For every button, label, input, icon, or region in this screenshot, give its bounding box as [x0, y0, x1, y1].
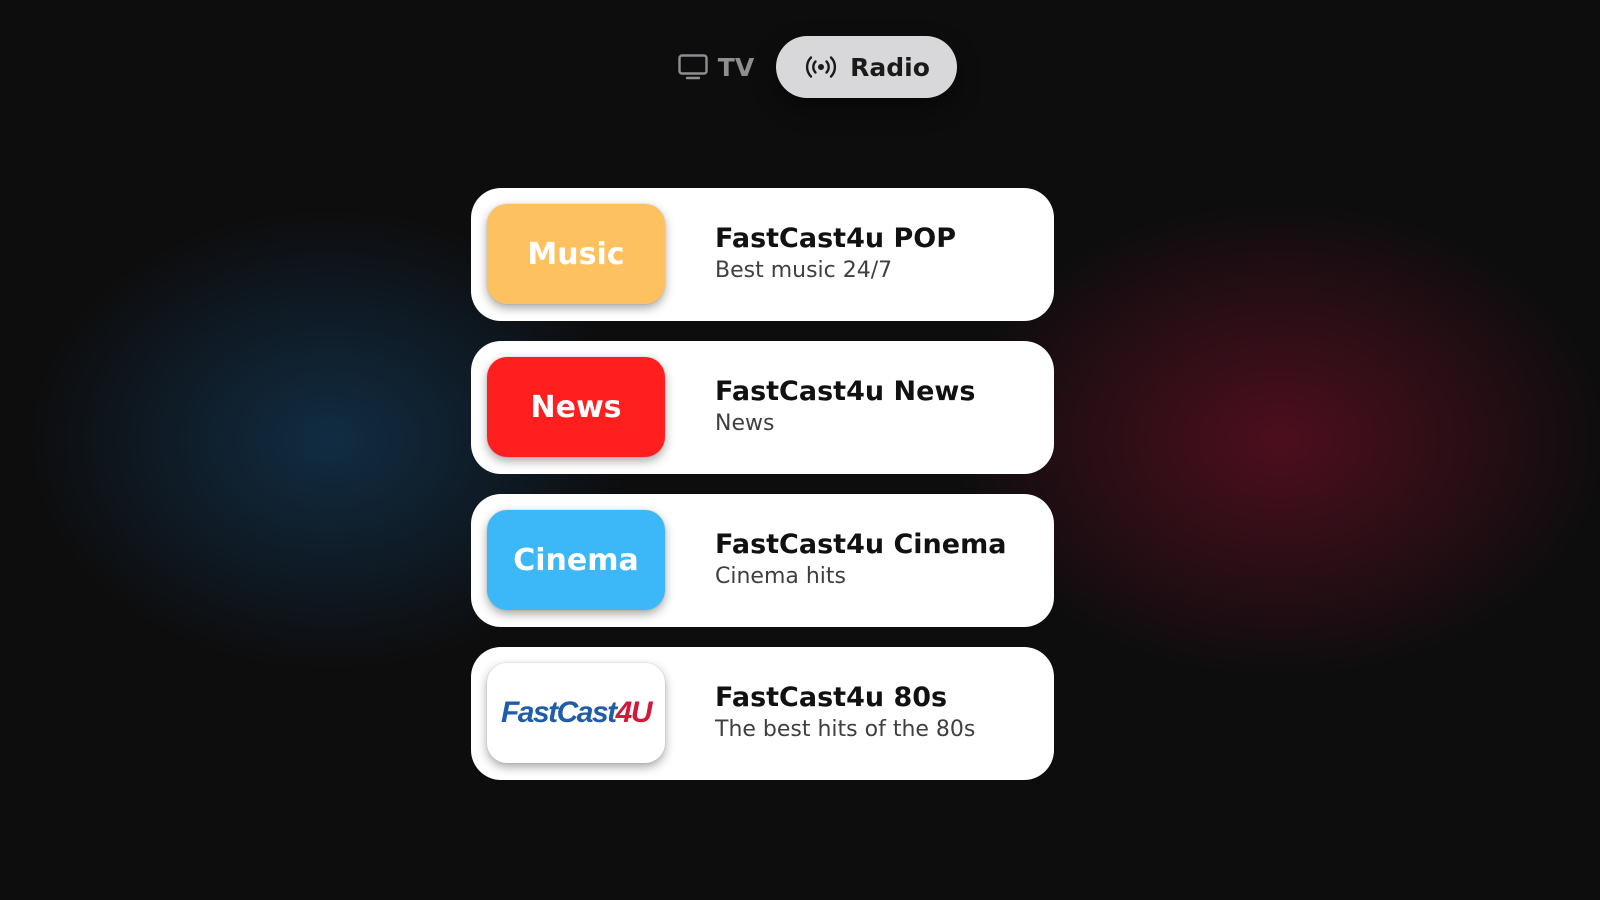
channel-title: FastCast4u POP: [715, 223, 957, 254]
channel-info: FastCast4u 80s The best hits of the 80s: [715, 681, 975, 745]
logo-part-4u: 4U: [615, 696, 653, 729]
logo-part-fastcast: FastCast: [500, 696, 617, 729]
channel-row[interactable]: Music FastCast4u POP Best music 24/7: [471, 188, 1054, 321]
channel-title: FastCast4u News: [715, 376, 976, 407]
channel-thumbnail: Music: [487, 204, 665, 304]
app-screen: TV Radio Music FastCast4u POP Best music…: [0, 0, 1600, 900]
channel-row[interactable]: News FastCast4u News News: [471, 341, 1054, 474]
channel-info: FastCast4u Cinema Cinema hits: [715, 528, 1006, 592]
channel-subtitle: Best music 24/7: [715, 258, 893, 283]
channel-info: FastCast4u POP Best music 24/7: [715, 222, 956, 286]
tab-tv-label: TV: [717, 52, 755, 82]
channel-thumbnail: FastCast4U: [487, 663, 665, 763]
thumbnail-label: News: [530, 389, 622, 425]
channel-info: FastCast4u News News: [715, 375, 975, 439]
channel-subtitle: Cinema hits: [715, 564, 847, 589]
channel-subtitle: The best hits of the 80s: [715, 717, 976, 742]
channel-title: FastCast4u Cinema: [715, 529, 1007, 560]
thumbnail-label: Music: [527, 236, 625, 272]
thumbnail-label: Cinema: [513, 542, 639, 578]
radio-broadcast-icon: [803, 54, 839, 80]
channel-thumbnail: Cinema: [487, 510, 665, 610]
channel-subtitle: News: [715, 411, 775, 436]
tab-tv[interactable]: TV: [676, 36, 756, 98]
tab-radio[interactable]: Radio: [776, 36, 957, 98]
tab-radio-label: Radio: [850, 52, 930, 82]
tv-icon: [678, 54, 708, 80]
channel-list: Music FastCast4u POP Best music 24/7 New…: [471, 188, 1054, 800]
channel-title: FastCast4u 80s: [715, 682, 948, 713]
fastcast4u-logo: FastCast4U: [500, 696, 653, 730]
channel-row[interactable]: Cinema FastCast4u Cinema Cinema hits: [471, 494, 1054, 627]
top-tab-bar: TV Radio: [0, 36, 1600, 98]
channel-row[interactable]: FastCast4U FastCast4u 80s The best hits …: [471, 647, 1054, 780]
channel-thumbnail: News: [487, 357, 665, 457]
